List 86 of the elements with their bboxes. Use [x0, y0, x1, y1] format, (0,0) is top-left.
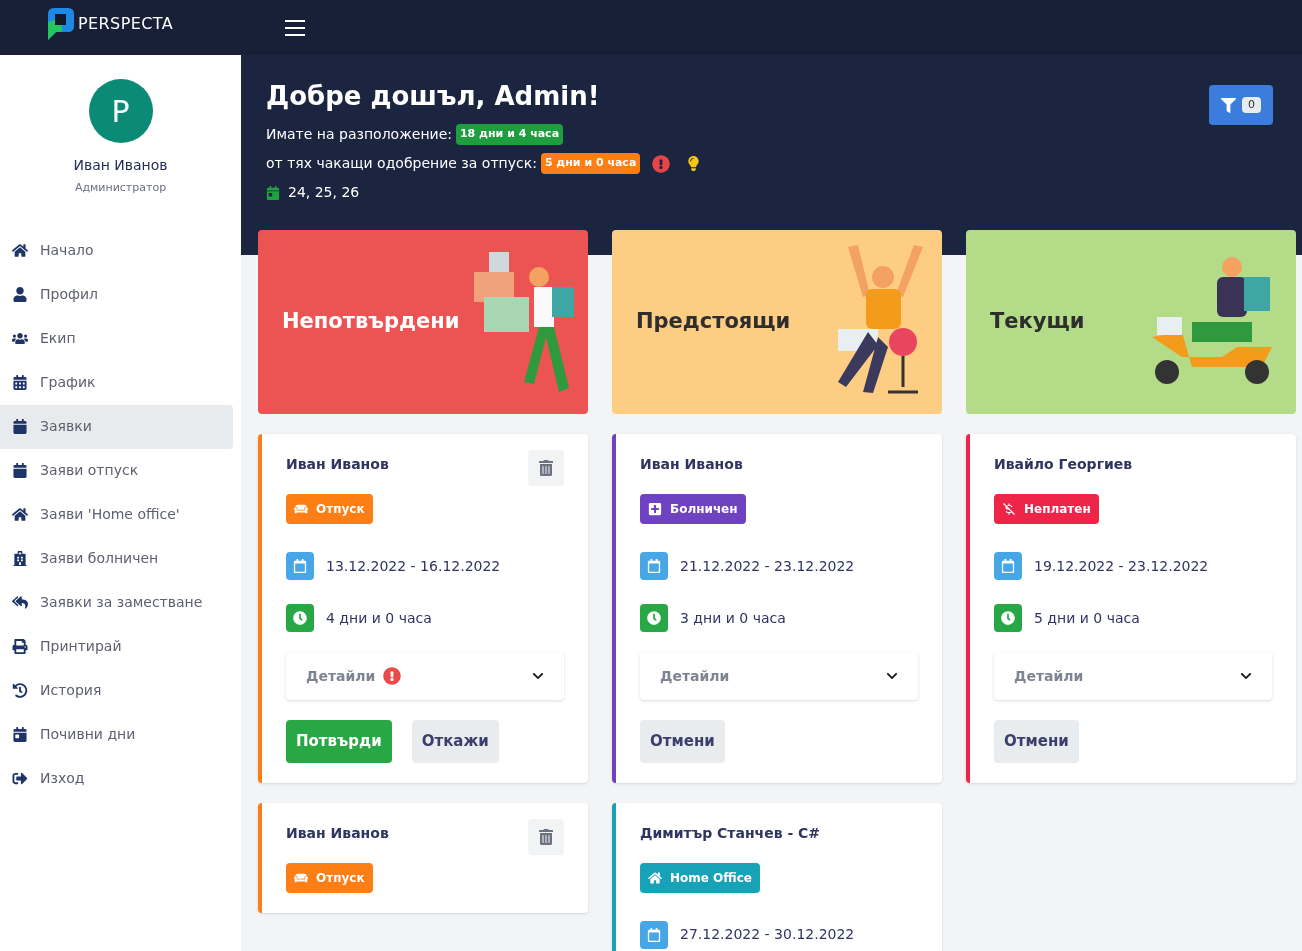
request-type-badge: Неплатен [994, 494, 1099, 524]
category-title: Предстоящи [636, 308, 791, 336]
sidebar-item[interactable]: Заяви болничен [0, 536, 233, 581]
pending-days-badge: 5 дни и 0 часа [540, 153, 641, 174]
user-name: Иван Иванов [73, 156, 168, 175]
details-accordion[interactable]: Детайли [994, 652, 1272, 700]
logout-icon [12, 771, 28, 786]
status-category-card[interactable]: Непотвърдени [258, 230, 588, 414]
calendar-icon [12, 727, 28, 742]
printer-icon [12, 639, 28, 654]
sidebar-item[interactable]: Заяви отпуск [0, 448, 233, 493]
category-title: Текущи [990, 308, 1085, 336]
user-icon [12, 287, 28, 302]
category-title: Непотвърдени [282, 308, 460, 336]
sidebar-item[interactable]: Заявки [0, 404, 233, 449]
duration: 3 дни и 0 часа [680, 608, 786, 628]
sidebar-item[interactable]: Заяви 'Home office' [0, 492, 233, 537]
chevron-down-icon [1240, 670, 1252, 682]
filter-button[interactable]: 0 [1209, 85, 1273, 125]
details-accordion[interactable]: Детайли [286, 652, 564, 700]
reply-all-icon [12, 595, 28, 610]
couch-icon [294, 502, 308, 516]
cancel-button[interactable]: Откажи [411, 720, 499, 763]
sidebar-item[interactable]: Изход [0, 756, 233, 801]
duration: 5 дни и 0 часа [1034, 608, 1140, 628]
sidebar-item[interactable]: Профил [0, 272, 233, 317]
users-icon [12, 331, 28, 346]
request-type-badge: Болничен [640, 494, 746, 524]
available-days-badge: 18 дни и 4 часа [455, 124, 564, 145]
brand-name: PERSPECTA [78, 13, 174, 35]
cancel-button[interactable]: Отмени [640, 720, 725, 763]
calendar-icon [12, 375, 28, 390]
sidebar-item[interactable]: Принтирай [0, 624, 233, 669]
pending-label: от тях чакащи одобрение за отпуск: [266, 154, 537, 173]
employee-name: Иван Иванов [640, 455, 743, 474]
cancel-button[interactable]: Отмени [994, 720, 1079, 763]
clock-icon [640, 604, 668, 632]
calendar-icon [640, 552, 668, 580]
employee-name: Димитър Станчев - C# [640, 823, 821, 843]
avatar: P [88, 79, 153, 143]
delete-button[interactable] [528, 818, 564, 855]
user-role: Администратор [74, 180, 167, 196]
sidebar-item[interactable]: История [0, 668, 233, 713]
calendar-icon [266, 185, 280, 200]
clock-icon [994, 604, 1022, 632]
date-range: 19.12.2022 - 23.12.2022 [1034, 556, 1209, 576]
hospital-icon [12, 551, 28, 566]
trash-icon [538, 828, 554, 845]
holiday-dates: 24, 25, 26 [288, 183, 360, 202]
status-category-card[interactable]: Текущи [966, 230, 1296, 414]
date-range: 27.12.2022 - 30.12.2022 [680, 925, 855, 944]
delete-button[interactable] [528, 450, 564, 486]
available-label: Имате на разположение: [266, 125, 452, 144]
chevron-down-icon [886, 670, 898, 682]
sidebar-item[interactable]: График [0, 360, 233, 405]
trash-icon [538, 460, 554, 476]
home-icon [648, 870, 662, 885]
sidebar-item[interactable]: Заявки за заместване [0, 580, 233, 625]
sidebar-item[interactable]: Начало [0, 228, 233, 273]
employee-name: Иван Иванов [286, 823, 389, 843]
employee-name: Ивайло Георгиев [994, 455, 1133, 474]
date-range: 13.12.2022 - 16.12.2022 [326, 556, 501, 576]
duration: 4 дни и 0 часа [326, 608, 432, 628]
details-accordion[interactable]: Детайли [640, 652, 918, 700]
logo-icon [48, 8, 74, 40]
status-category-card[interactable]: Предстоящи [612, 230, 942, 414]
filter-icon [1221, 97, 1236, 113]
home-icon [12, 507, 28, 522]
employee-name: Иван Иванов [286, 455, 389, 474]
calendar-icon [994, 552, 1022, 580]
request-type-badge: Home Office [640, 862, 760, 893]
date-range: 21.12.2022 - 23.12.2022 [680, 556, 855, 576]
welcome-title: Добре дошъл, Admin! [266, 80, 601, 113]
sidebar-item[interactable]: Екип [0, 316, 233, 361]
history-icon [12, 683, 28, 698]
calendar-icon [12, 419, 28, 434]
request-type-badge: Отпуск [286, 862, 373, 893]
request-type-badge: Отпуск [286, 494, 373, 524]
calendar-icon [286, 552, 314, 580]
medical-plus-icon [648, 502, 662, 516]
home-icon [12, 243, 28, 258]
sidebar-item[interactable]: Почивни дни [0, 712, 233, 757]
chevron-down-icon [532, 670, 544, 682]
clock-icon [286, 604, 314, 632]
calendar-icon [12, 463, 28, 478]
crossed-dollar-icon [1002, 502, 1016, 516]
